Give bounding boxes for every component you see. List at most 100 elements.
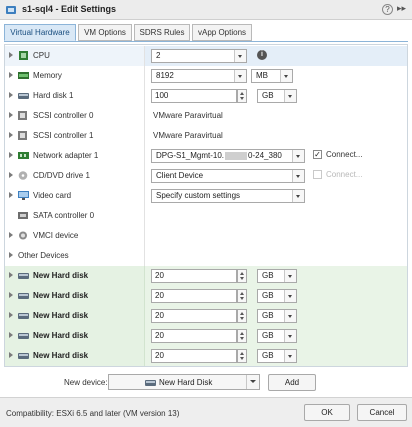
- hard-disk-icon: [18, 273, 29, 279]
- hardware-row-vmci: VMCI device: [5, 226, 407, 246]
- hardware-row-new-hard-disk: New Hard disk 20 GB: [5, 326, 407, 346]
- expand-caret[interactable]: [9, 352, 13, 358]
- network-select[interactable]: DPG-S1_Mgmt-10. 0-24_380: [151, 149, 305, 163]
- title-bar: s1-sql4 - Edit Settings ? ▸▸: [0, 0, 412, 20]
- expand-caret[interactable]: [9, 332, 13, 338]
- hard-disk-icon: [18, 333, 29, 339]
- network-connect-checkbox[interactable]: ✓: [313, 150, 322, 159]
- tab-vapp-options[interactable]: vApp Options: [192, 24, 252, 41]
- memory-unit-select[interactable]: MB: [251, 69, 293, 83]
- ok-button[interactable]: OK: [304, 404, 350, 421]
- cd-dvd-source-select[interactable]: Client Device: [151, 169, 305, 183]
- new-device-select[interactable]: New Hard Disk: [108, 374, 260, 390]
- chevron-down-icon: [246, 375, 259, 389]
- cd-connect-checkbox[interactable]: [313, 170, 322, 179]
- vm-icon: [6, 6, 16, 14]
- stepper-icon[interactable]: [237, 89, 247, 103]
- expand-caret[interactable]: [9, 132, 13, 138]
- chevron-down-icon: [280, 70, 292, 82]
- stepper-icon[interactable]: [237, 349, 247, 363]
- expand-caret[interactable]: [9, 172, 13, 178]
- cpu-icon: [19, 51, 28, 60]
- stepper-icon[interactable]: [237, 329, 247, 343]
- cancel-button[interactable]: Cancel: [357, 404, 407, 421]
- expand-caret[interactable]: [9, 52, 13, 58]
- new-hard-disk-unit-select[interactable]: GB: [257, 329, 297, 343]
- new-hard-disk-label: New Hard disk: [33, 331, 89, 340]
- network-adapter-1-label: Network adapter 1: [33, 151, 99, 160]
- hardware-row-memory: Memory 8192 MB: [5, 66, 407, 86]
- vmci-device-icon: [19, 231, 27, 240]
- chevron-down-icon: [284, 350, 296, 362]
- dialog-footer: Compatibility: ESXi 6.5 and later (VM ve…: [0, 397, 412, 427]
- video-card-icon: [18, 191, 29, 200]
- chevron-down-icon: [284, 270, 296, 282]
- expand-caret[interactable]: [9, 192, 13, 198]
- scsi-controller-1-label: SCSI controller 1: [33, 131, 94, 140]
- new-hard-disk-size-input[interactable]: 20: [151, 309, 237, 323]
- chevron-down-icon: [292, 150, 304, 162]
- new-hard-disk-label: New Hard disk: [33, 311, 89, 320]
- stepper-icon[interactable]: [237, 309, 247, 323]
- hard-disk-1-unit-select[interactable]: GB: [257, 89, 297, 103]
- help-icon[interactable]: ?: [382, 4, 393, 15]
- stepper-icon[interactable]: [237, 269, 247, 283]
- expand-caret[interactable]: [9, 312, 13, 318]
- expand-caret[interactable]: [9, 292, 13, 298]
- hard-disk-icon: [18, 293, 29, 299]
- expand-caret[interactable]: [9, 72, 13, 78]
- new-hard-disk-size-input[interactable]: 20: [151, 329, 237, 343]
- compatibility-text: Compatibility: ESXi 6.5 and later (VM ve…: [6, 409, 180, 418]
- add-device-button[interactable]: Add: [268, 374, 316, 391]
- video-card-select[interactable]: Specify custom settings: [151, 189, 305, 203]
- new-hard-disk-label: New Hard disk: [33, 291, 89, 300]
- window-title: s1-sql4 - Edit Settings: [22, 4, 117, 14]
- info-icon[interactable]: i: [257, 50, 267, 60]
- new-hard-disk-size-input[interactable]: 20: [151, 289, 237, 303]
- scsi-controller-1-value: VMware Paravirtual: [153, 131, 223, 140]
- network-connect-label: Connect...: [326, 150, 363, 159]
- hardware-row-new-hard-disk: New Hard disk 20 GB: [5, 346, 407, 366]
- memory-label: Memory: [33, 71, 62, 80]
- expand-icon[interactable]: ▸▸: [397, 3, 406, 14]
- cpu-label: CPU: [33, 51, 50, 60]
- chevron-down-icon: [284, 310, 296, 322]
- expand-caret[interactable]: [9, 92, 13, 98]
- hard-disk-icon: [18, 313, 29, 319]
- stepper-icon[interactable]: [237, 289, 247, 303]
- new-hard-disk-unit-select[interactable]: GB: [257, 289, 297, 303]
- hardware-row-sata-0: SATA controller 0: [5, 206, 407, 226]
- new-hard-disk-label: New Hard disk: [33, 271, 89, 280]
- chevron-down-icon: [234, 50, 246, 62]
- hardware-row-other-devices: Other Devices: [5, 246, 407, 266]
- chevron-down-icon: [284, 90, 296, 102]
- hard-disk-1-size-input[interactable]: 100: [151, 89, 237, 103]
- hardware-row-cd-dvd-1: CD/DVD drive 1 Client Device Connect...: [5, 166, 407, 186]
- new-hard-disk-label: New Hard disk: [33, 351, 89, 360]
- expand-caret[interactable]: [9, 272, 13, 278]
- memory-size-select[interactable]: 8192: [151, 69, 247, 83]
- expand-caret[interactable]: [9, 232, 13, 238]
- new-hard-disk-unit-select[interactable]: GB: [257, 309, 297, 323]
- redacted-block: [225, 151, 248, 160]
- scsi-controller-0-value: VMware Paravirtual: [153, 111, 223, 120]
- new-hard-disk-size-input[interactable]: 20: [151, 349, 237, 363]
- new-hard-disk-unit-select[interactable]: GB: [257, 269, 297, 283]
- hardware-row-new-hard-disk: New Hard disk 20 GB: [5, 306, 407, 326]
- expand-caret[interactable]: [9, 252, 13, 258]
- new-hard-disk-size-input[interactable]: 20: [151, 269, 237, 283]
- cpu-count-select[interactable]: 2: [151, 49, 247, 63]
- new-hard-disk-unit-select[interactable]: GB: [257, 349, 297, 363]
- other-devices-label: Other Devices: [18, 251, 69, 260]
- tab-virtual-hardware[interactable]: Virtual Hardware: [4, 24, 76, 41]
- hard-disk-1-label: Hard disk 1: [33, 91, 74, 100]
- hard-disk-icon: [18, 353, 29, 359]
- vmci-device-label: VMCI device: [33, 231, 79, 240]
- tab-vm-options[interactable]: VM Options: [78, 24, 132, 41]
- tab-sdrs-rules[interactable]: SDRS Rules: [134, 24, 190, 41]
- hardware-row-video-card: Video card Specify custom settings: [5, 186, 407, 206]
- expand-caret[interactable]: [9, 112, 13, 118]
- chevron-down-icon: [284, 330, 296, 342]
- expand-caret[interactable]: [9, 152, 13, 158]
- chevron-down-icon: [292, 170, 304, 182]
